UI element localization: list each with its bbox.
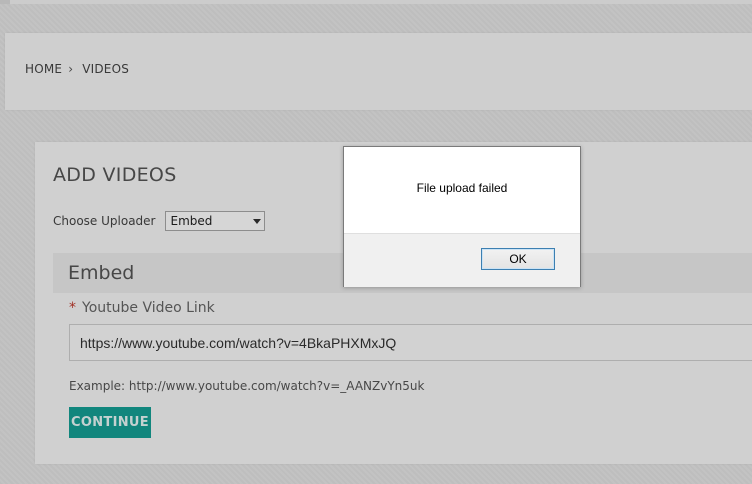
dialog-message: File upload failed xyxy=(416,181,508,195)
dialog-footer: OK xyxy=(344,233,580,287)
ok-button[interactable]: OK xyxy=(481,248,555,270)
alert-dialog: File upload failed OK xyxy=(343,146,581,287)
